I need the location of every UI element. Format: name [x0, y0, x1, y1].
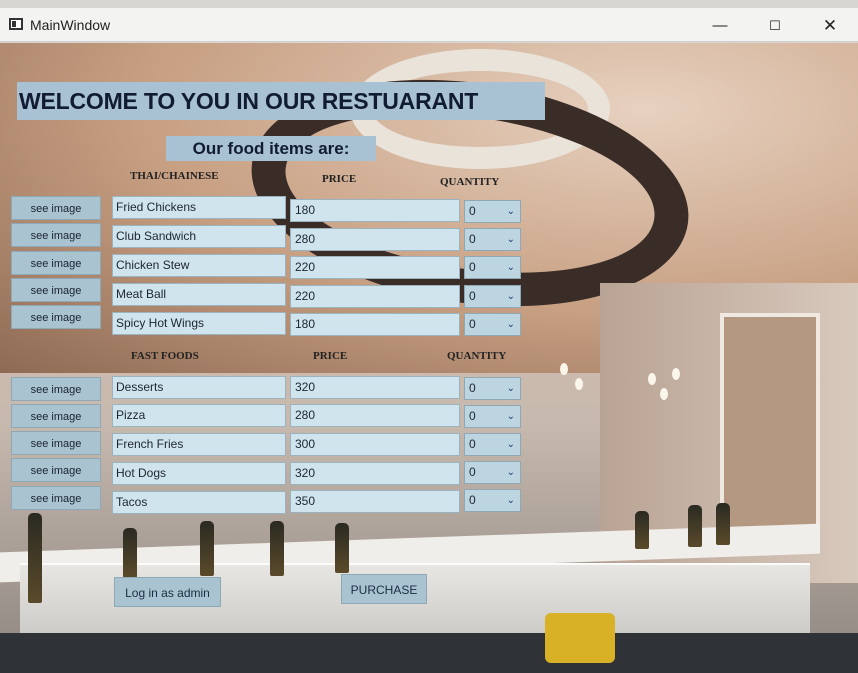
price-field[interactable]: 320	[290, 376, 460, 399]
quantity-value: 0	[469, 204, 476, 218]
wine-bottle	[200, 521, 214, 576]
see-image-button[interactable]: see image	[11, 377, 101, 401]
wine-bottle	[123, 528, 137, 578]
price-column-header: PRICE	[322, 173, 357, 185]
pendant-lamp	[672, 368, 680, 380]
window-pane	[720, 313, 820, 543]
see-image-button[interactable]: see image	[11, 278, 101, 302]
pendant-lamp	[560, 363, 568, 375]
wine-bottle	[635, 511, 649, 549]
quantity-value: 0	[469, 493, 476, 507]
quantity-dropdown[interactable]: 0 ⌄	[464, 377, 521, 400]
quantity-value: 0	[469, 260, 476, 274]
quantity-value: 0	[469, 409, 476, 423]
food-name-field[interactable]: Fried Chickens	[112, 196, 286, 219]
food-name-field[interactable]: Meat Ball	[112, 283, 286, 306]
minimize-button[interactable]: —	[708, 16, 732, 36]
price-field[interactable]: 220	[290, 256, 460, 279]
quantity-column-header: QUANTITY	[447, 350, 507, 362]
price-field[interactable]: 320	[290, 462, 460, 485]
pendant-lamp	[648, 373, 656, 385]
chevron-down-icon: ⌄	[506, 467, 515, 478]
food-name-field[interactable]: Spicy Hot Wings	[112, 312, 286, 335]
chevron-down-icon: ⌄	[506, 495, 515, 506]
fast-foods-column-header: FAST FOODS	[131, 350, 199, 362]
quantity-dropdown[interactable]: 0 ⌄	[464, 200, 521, 223]
quantity-dropdown[interactable]: 0 ⌄	[464, 228, 521, 251]
quantity-dropdown[interactable]: 0 ⌄	[464, 256, 521, 279]
quantity-value: 0	[469, 232, 476, 246]
floor	[0, 633, 858, 673]
price-field[interactable]: 180	[290, 199, 460, 222]
quantity-dropdown[interactable]: 0 ⌄	[464, 489, 521, 512]
see-image-button[interactable]: see image	[11, 251, 101, 275]
price-field[interactable]: 280	[290, 404, 460, 427]
price-field[interactable]: 180	[290, 313, 460, 336]
see-image-button[interactable]: see image	[11, 196, 101, 220]
quantity-dropdown[interactable]: 0 ⌄	[464, 405, 521, 428]
food-name-field[interactable]: French Fries	[112, 433, 286, 456]
chevron-down-icon: ⌄	[506, 291, 515, 302]
see-image-button[interactable]: see image	[11, 223, 101, 247]
see-image-button[interactable]: see image	[11, 486, 101, 510]
see-image-button[interactable]: see image	[11, 404, 101, 428]
maximize-button[interactable]: ☐	[763, 16, 787, 36]
price-field[interactable]: 220	[290, 285, 460, 308]
see-image-button[interactable]: see image	[11, 431, 101, 455]
purchase-button[interactable]: PURCHASE	[341, 574, 427, 604]
wine-bottle	[716, 503, 730, 545]
quantity-value: 0	[469, 381, 476, 395]
wine-bottle	[28, 513, 42, 603]
food-name-field[interactable]: Chicken Stew	[112, 254, 286, 277]
food-items-subheading: Our food items are:	[166, 136, 376, 161]
chevron-down-icon: ⌄	[506, 439, 515, 450]
price-field[interactable]: 350	[290, 490, 460, 513]
quantity-value: 0	[469, 317, 476, 331]
quantity-value: 0	[469, 465, 476, 479]
see-image-button[interactable]: see image	[11, 458, 101, 482]
chevron-down-icon: ⌄	[506, 383, 515, 394]
thai-chinese-column-header: THAI/CHAINESE	[130, 170, 219, 182]
food-name-field[interactable]: Club Sandwich	[112, 225, 286, 248]
wine-bottle	[688, 505, 702, 547]
chevron-down-icon: ⌄	[506, 319, 515, 330]
quantity-dropdown[interactable]: 0 ⌄	[464, 433, 521, 456]
chevron-down-icon: ⌄	[506, 206, 515, 217]
see-image-button[interactable]: see image	[11, 305, 101, 329]
wine-bottle	[335, 523, 349, 573]
food-name-field[interactable]: Hot Dogs	[112, 462, 286, 485]
quantity-dropdown[interactable]: 0 ⌄	[464, 461, 521, 484]
quantity-column-header: QUANTITY	[440, 176, 500, 188]
quantity-value: 0	[469, 289, 476, 303]
chevron-down-icon: ⌄	[506, 262, 515, 273]
pendant-lamp	[660, 388, 668, 400]
food-name-field[interactable]: Desserts	[112, 376, 286, 399]
app-window-icon	[9, 18, 23, 30]
chevron-down-icon: ⌄	[506, 234, 515, 245]
price-field[interactable]: 280	[290, 228, 460, 251]
quantity-dropdown[interactable]: 0 ⌄	[464, 285, 521, 308]
quantity-value: 0	[469, 437, 476, 451]
food-name-field[interactable]: Tacos	[112, 491, 286, 514]
close-button[interactable]: ✕	[818, 16, 842, 36]
price-field[interactable]: 300	[290, 433, 460, 456]
price-column-header: PRICE	[313, 350, 348, 362]
quantity-dropdown[interactable]: 0 ⌄	[464, 313, 521, 336]
wine-bottle	[270, 521, 284, 576]
yellow-chair	[545, 613, 615, 663]
window-title: MainWindow	[30, 17, 111, 33]
title-bar: MainWindow — ☐ ✕	[0, 8, 858, 42]
pendant-lamp	[575, 378, 583, 390]
admin-login-button[interactable]: Log in as admin	[114, 577, 221, 607]
chevron-down-icon: ⌄	[506, 411, 515, 422]
food-name-field[interactable]: Pizza	[112, 404, 286, 427]
welcome-heading: WELCOME TO YOU IN OUR RESTUARANT	[17, 82, 545, 120]
